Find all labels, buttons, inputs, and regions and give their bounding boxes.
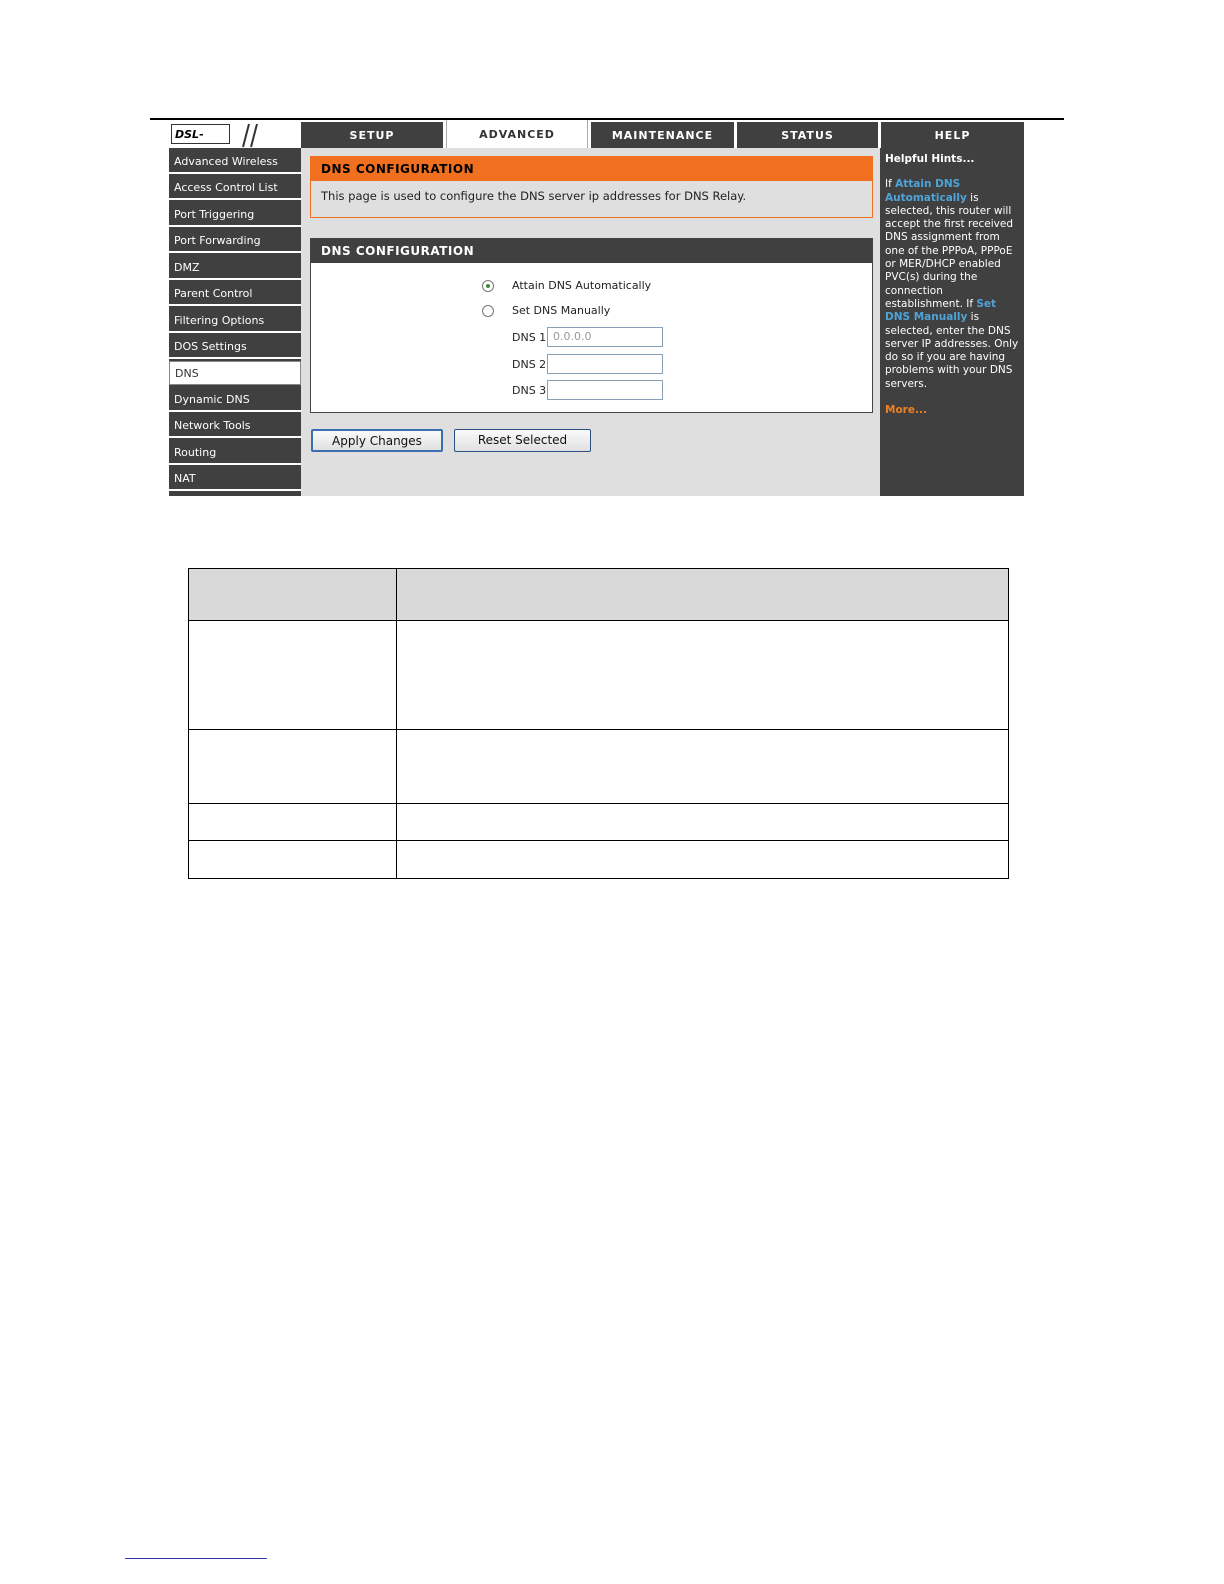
sidebar-item-filtering-options[interactable]: Filtering Options [169,309,301,333]
tab-status[interactable]: STATUS [737,122,878,148]
help-text-2: is selected, this router will accept the… [885,191,1014,310]
table-cell [188,729,397,804]
manual-dns-radio[interactable] [482,305,494,317]
sidebar-item-nat[interactable]: NAT [169,467,301,491]
reset-selected-button[interactable]: Reset Selected [454,429,591,452]
top-tabs: SETUP ADVANCED MAINTENANCE STATUS HELP [301,120,1024,148]
help-title: Helpful Hints... [885,153,975,165]
table-header-cell [188,568,397,621]
intro-panel: DNS CONFIGURATION This page is used to c… [310,156,873,218]
table-cell [396,803,1009,841]
table-row [188,803,1009,841]
dns-config-panel: DNS CONFIGURATION Attain DNS Automatical… [310,238,873,413]
manual-dns-label: Set DNS Manually [512,304,611,317]
brand-area: DSL-2730E [169,120,299,161]
sidebar: Advanced Wireless Access Control List Po… [169,148,301,496]
help-link-attain[interactable]: Attain DNS Automatically [885,178,967,203]
model-label: DSL-2730E [171,124,230,161]
sidebar-item-parent-control[interactable]: Parent Control [169,282,301,306]
sidebar-item-network-tools[interactable]: Network Tools [169,414,301,438]
router-ui: DSL-2730E SETUP ADVANCED MAINTENANCE STA… [169,120,1024,496]
table-header-row [188,568,1009,621]
dns3-input[interactable] [547,380,663,400]
sidebar-item-routing[interactable]: Routing [169,441,301,465]
main-content: DNS CONFIGURATION This page is used to c… [301,148,880,496]
tab-maintenance[interactable]: MAINTENANCE [591,122,734,148]
intro-title: DNS CONFIGURATION [311,157,872,181]
help-panel: Helpful Hints... If Attain DNS Automatic… [880,148,1024,496]
table-cell [188,803,397,841]
sidebar-item-advanced-wireless[interactable]: Advanced Wireless [169,150,301,174]
footnote-rule [125,1558,267,1559]
dns2-label: DNS 2: [512,358,550,371]
table-row [188,620,1009,730]
table-row [188,840,1009,879]
dns3-label: DNS 3: [512,384,550,397]
tab-setup[interactable]: SETUP [301,122,443,148]
config-title: DNS CONFIGURATION [311,239,872,263]
sidebar-item-dynamic-dns[interactable]: Dynamic DNS [169,388,301,412]
help-text: If Attain DNS Automatically is selected,… [885,178,1019,391]
help-text-1: If [885,178,896,191]
dns1-label: DNS 1: [512,331,550,344]
table-row [188,729,1009,804]
intro-description: This page is used to configure the DNS s… [321,189,747,203]
sidebar-item-port-triggering[interactable]: Port Triggering [169,203,301,227]
table-cell [188,840,397,879]
table-header-cell [396,568,1009,621]
parameter-table [188,568,1009,879]
sidebar-item-port-forwarding[interactable]: Port Forwarding [169,229,301,253]
attain-dns-label: Attain DNS Automatically [512,279,652,292]
sidebar-item-dos-settings[interactable]: DOS Settings [169,335,301,359]
dns1-input[interactable]: 0.0.0.0 [547,327,663,347]
tab-advanced[interactable]: ADVANCED [446,120,588,148]
help-more-link[interactable]: More... [885,404,1019,417]
dns2-input[interactable] [547,354,663,374]
table-cell [188,620,397,730]
sidebar-item-dmz[interactable]: DMZ [169,256,301,280]
apply-changes-button[interactable]: Apply Changes [311,429,443,452]
table-cell [396,840,1009,879]
table-cell [396,729,1009,804]
table-cell [396,620,1009,730]
tab-help[interactable]: HELP [881,122,1024,148]
attain-dns-radio[interactable] [482,280,494,292]
sidebar-item-access-control-list[interactable]: Access Control List [169,176,301,200]
slash-logo-icon [242,123,258,148]
sidebar-item-dns[interactable]: DNS [169,361,301,385]
